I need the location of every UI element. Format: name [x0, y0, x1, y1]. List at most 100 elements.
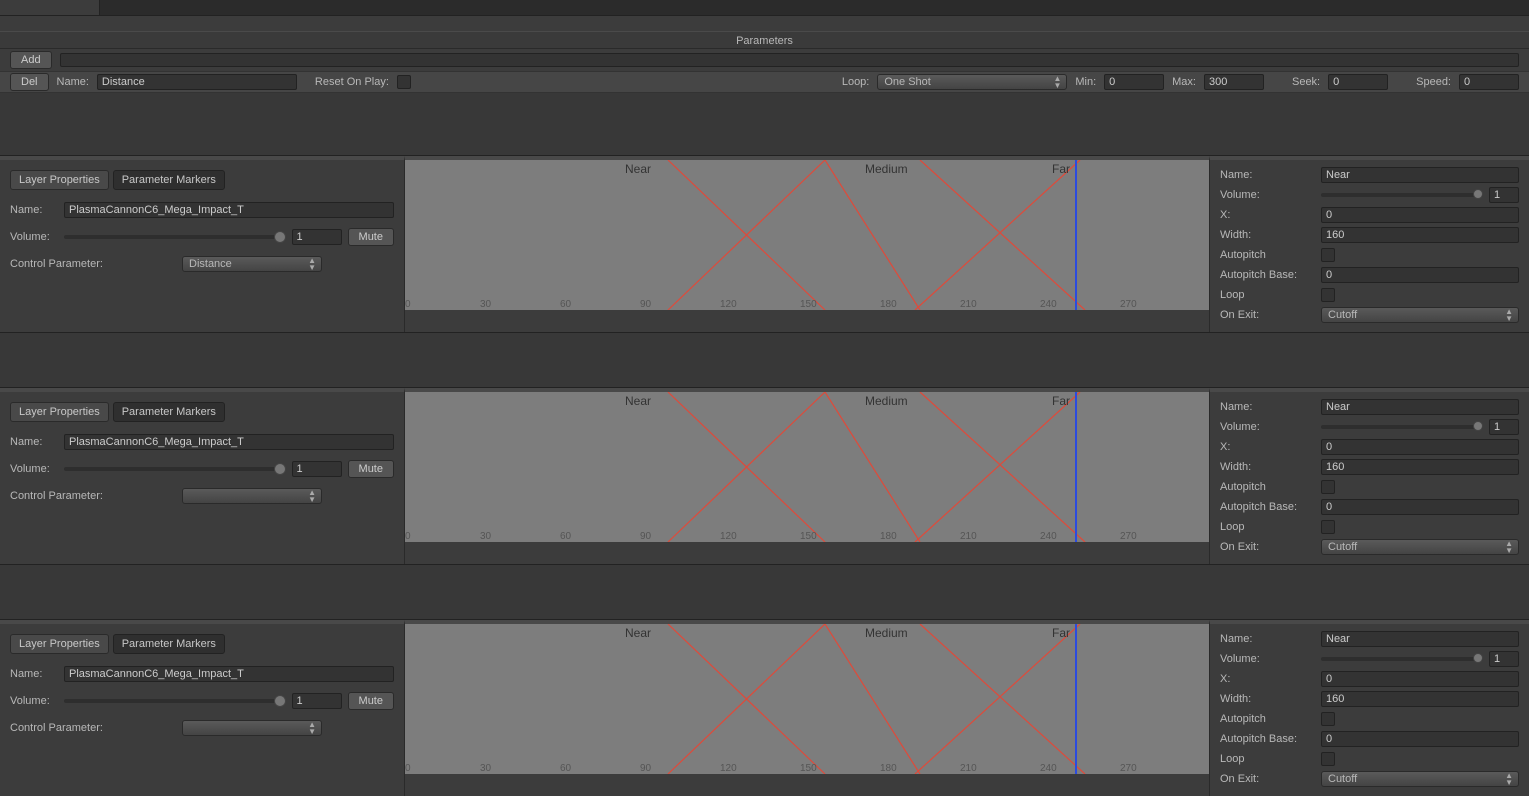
mute-button[interactable]: Mute [348, 692, 394, 710]
marker-width-input[interactable] [1321, 227, 1519, 243]
min-input[interactable] [1104, 74, 1164, 90]
marker-autopitch-checkbox[interactable] [1321, 248, 1335, 262]
marker-autopitch-base-input[interactable] [1321, 731, 1519, 747]
add-button[interactable]: Add [10, 51, 52, 69]
slider-thumb[interactable] [274, 695, 286, 707]
playhead[interactable] [1075, 392, 1077, 542]
marker-autopitch-checkbox[interactable] [1321, 712, 1335, 726]
reset-on-play-checkbox[interactable] [397, 75, 411, 89]
marker-x-input[interactable] [1321, 207, 1519, 223]
del-button[interactable]: Del [10, 73, 49, 91]
top-tab[interactable] [0, 0, 100, 15]
control-param-select[interactable]: Distance ▲▼ [182, 256, 322, 272]
mute-button[interactable]: Mute [348, 228, 394, 246]
marker-onexit-label: On Exit: [1220, 309, 1315, 321]
tab-layer-properties[interactable]: Layer Properties [10, 634, 109, 654]
tick: 150 [800, 531, 817, 542]
slider-thumb[interactable] [274, 231, 286, 243]
seek-input[interactable] [1328, 74, 1388, 90]
parameter-list-strip[interactable] [60, 53, 1519, 67]
tick: 30 [480, 763, 491, 774]
layer-name-input[interactable] [64, 434, 394, 450]
marker-onexit-label: On Exit: [1220, 541, 1315, 553]
updown-icon: ▲▼ [1505, 308, 1512, 322]
marker-onexit-value: Cutoff [1328, 309, 1357, 321]
control-param-select[interactable]: ▲▼ [182, 488, 322, 504]
marker-volume-slider[interactable] [1321, 657, 1483, 661]
marker-width-label: Width: [1220, 693, 1315, 705]
timeline[interactable]: Near Medium Far 0 30 60 90 120 150 180 2… [405, 160, 1209, 310]
timeline-panel[interactable]: Near Medium Far 0 30 60 90 120 150 180 2… [405, 388, 1209, 564]
timeline-svg [405, 624, 1209, 774]
tick: 0 [405, 763, 411, 774]
marker-name-label: Name: [1220, 633, 1315, 645]
layer-volume-label: Volume: [10, 463, 58, 475]
layer-volume-value[interactable] [292, 461, 342, 477]
marker-autopitch-base-input[interactable] [1321, 267, 1519, 283]
layer-volume-value[interactable] [292, 229, 342, 245]
max-input[interactable] [1204, 74, 1264, 90]
marker-volume-value[interactable] [1489, 419, 1519, 435]
marker-name-input[interactable] [1321, 631, 1519, 647]
layer-row: Layer Properties Parameter Markers Name:… [0, 619, 1529, 796]
speed-input[interactable] [1459, 74, 1519, 90]
marker-volume-slider[interactable] [1321, 193, 1483, 197]
param-name-input[interactable] [97, 74, 297, 90]
layer-volume-slider[interactable] [64, 699, 286, 703]
timeline-panel[interactable]: Near Medium Far 0 30 60 90 120 150 180 2… [405, 620, 1209, 796]
slider-thumb[interactable] [1473, 189, 1483, 199]
layer-volume-slider[interactable] [64, 235, 286, 239]
marker-name-input[interactable] [1321, 167, 1519, 183]
marker-onexit-label: On Exit: [1220, 773, 1315, 785]
marker-x-input[interactable] [1321, 439, 1519, 455]
tab-layer-properties[interactable]: Layer Properties [10, 402, 109, 422]
marker-x-input[interactable] [1321, 671, 1519, 687]
marker-volume-value[interactable] [1489, 187, 1519, 203]
marker-onexit-select[interactable]: Cutoff ▲▼ [1321, 307, 1519, 323]
updown-icon: ▲▼ [1053, 75, 1060, 89]
marker-volume-slider[interactable] [1321, 425, 1483, 429]
marker-volume-value[interactable] [1489, 651, 1519, 667]
timeline-ruler: 0 30 60 90 120 150 180 210 240 270 [405, 296, 1209, 310]
tick: 60 [560, 299, 571, 310]
timeline-panel[interactable]: Near Medium Far 0 30 60 90 120 150 180 2… [405, 156, 1209, 332]
layer-name-input[interactable] [64, 202, 394, 218]
slider-thumb[interactable] [1473, 421, 1483, 431]
marker-autopitch-checkbox[interactable] [1321, 480, 1335, 494]
tick: 120 [720, 299, 737, 310]
tick: 0 [405, 299, 411, 310]
layer-name-label: Name: [10, 436, 58, 448]
param-name-label: Name: [57, 76, 89, 88]
marker-width-input[interactable] [1321, 459, 1519, 475]
mute-button[interactable]: Mute [348, 460, 394, 478]
marker-autopitch-base-input[interactable] [1321, 499, 1519, 515]
layer-name-input[interactable] [64, 666, 394, 682]
control-param-select[interactable]: ▲▼ [182, 720, 322, 736]
tab-parameter-markers[interactable]: Parameter Markers [113, 170, 225, 190]
loop-select[interactable]: One Shot ▲▼ [877, 74, 1067, 90]
updown-icon: ▲▼ [308, 721, 315, 735]
marker-loop-checkbox[interactable] [1321, 520, 1335, 534]
playhead[interactable] [1075, 624, 1077, 774]
tab-parameter-markers[interactable]: Parameter Markers [113, 402, 225, 422]
tab-parameter-markers[interactable]: Parameter Markers [113, 634, 225, 654]
tick: 150 [800, 763, 817, 774]
marker-width-input[interactable] [1321, 691, 1519, 707]
layer-volume-value[interactable] [292, 693, 342, 709]
region-label-medium: Medium [865, 626, 908, 640]
marker-onexit-value: Cutoff [1328, 541, 1357, 553]
marker-name-input[interactable] [1321, 399, 1519, 415]
slider-thumb[interactable] [274, 463, 286, 475]
marker-loop-checkbox[interactable] [1321, 288, 1335, 302]
marker-loop-checkbox[interactable] [1321, 752, 1335, 766]
slider-thumb[interactable] [1473, 653, 1483, 663]
marker-onexit-select[interactable]: Cutoff ▲▼ [1321, 539, 1519, 555]
marker-autopitch-label: Autopitch [1220, 713, 1315, 725]
marker-onexit-select[interactable]: Cutoff ▲▼ [1321, 771, 1519, 787]
playhead[interactable] [1075, 160, 1077, 310]
layer-volume-slider[interactable] [64, 467, 286, 471]
marker-x-label: X: [1220, 673, 1315, 685]
timeline[interactable]: Near Medium Far 0 30 60 90 120 150 180 2… [405, 624, 1209, 774]
tab-layer-properties[interactable]: Layer Properties [10, 170, 109, 190]
timeline[interactable]: Near Medium Far 0 30 60 90 120 150 180 2… [405, 392, 1209, 542]
